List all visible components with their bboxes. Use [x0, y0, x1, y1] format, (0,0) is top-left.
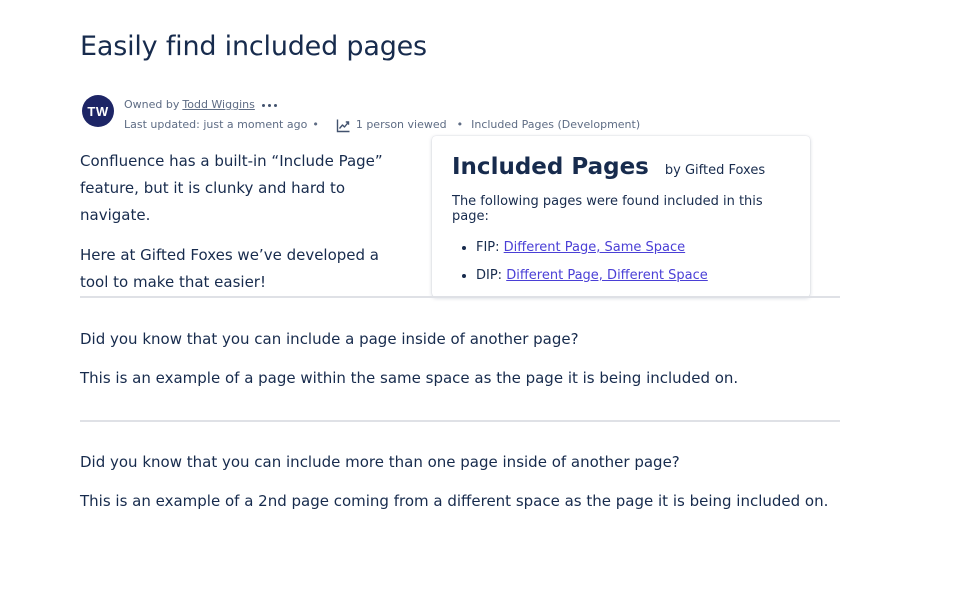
panel-description: The following pages were found included …	[452, 194, 763, 224]
included-page-link[interactable]: Different Page, Same Space	[504, 240, 685, 255]
panel-byline: by Gifted Foxes	[664, 163, 766, 178]
chart-line-icon[interactable]	[336, 118, 351, 133]
section-question: Did you know that you can include more t…	[80, 453, 680, 471]
included-pages-list: FIP: Different Page, Same Space DIP: Dif…	[452, 234, 790, 290]
separator-dot: •	[312, 118, 319, 131]
more-horizontal-icon[interactable]	[261, 103, 277, 107]
section-example: This is an example of a 2nd page coming …	[80, 492, 829, 510]
divider	[80, 296, 840, 298]
item-prefix: FIP:	[476, 240, 500, 255]
panel-header: Included Pages by Gifted Foxes	[452, 154, 790, 180]
section-example: This is an example of a page within the …	[80, 369, 739, 387]
separator-dot: •	[456, 118, 464, 131]
divider	[80, 420, 840, 422]
intro-paragraph: Confluence has a built-in “Include Page”…	[80, 152, 383, 224]
last-updated-text: Last updated: just a moment ago	[124, 118, 308, 131]
owned-by-label: Owned by	[124, 98, 180, 111]
owner-row: Owned by Todd Wiggins	[124, 95, 640, 115]
panel-title: Included Pages	[452, 154, 649, 180]
section-question: Did you know that you can include a page…	[80, 330, 579, 348]
page-title: Easily find included pages	[80, 31, 427, 62]
owner-link[interactable]: Todd Wiggins	[182, 95, 254, 115]
space-link[interactable]: Included Pages (Development)	[471, 115, 640, 135]
avatar[interactable]: TW	[82, 95, 114, 127]
included-page-link[interactable]: Different Page, Different Space	[506, 268, 708, 283]
intro-text: Confluence has a built-in “Include Page”…	[80, 148, 410, 309]
item-prefix: DIP:	[476, 268, 503, 283]
meta-row: Last updated: just a moment ago • 1 pers…	[124, 115, 640, 135]
list-item: FIP: Different Page, Same Space	[476, 234, 790, 262]
intro-paragraph: Here at Gifted Foxes we’ve developed a t…	[80, 246, 379, 291]
list-item: DIP: Different Page, Different Space	[476, 262, 790, 290]
included-pages-panel: Included Pages by Gifted Foxes The follo…	[432, 136, 810, 297]
byline: TW Owned by Todd Wiggins Last updated: j…	[82, 95, 640, 135]
byline-text: Owned by Todd Wiggins Last updated: just…	[124, 95, 640, 135]
views-count[interactable]: 1 person viewed	[356, 115, 447, 135]
